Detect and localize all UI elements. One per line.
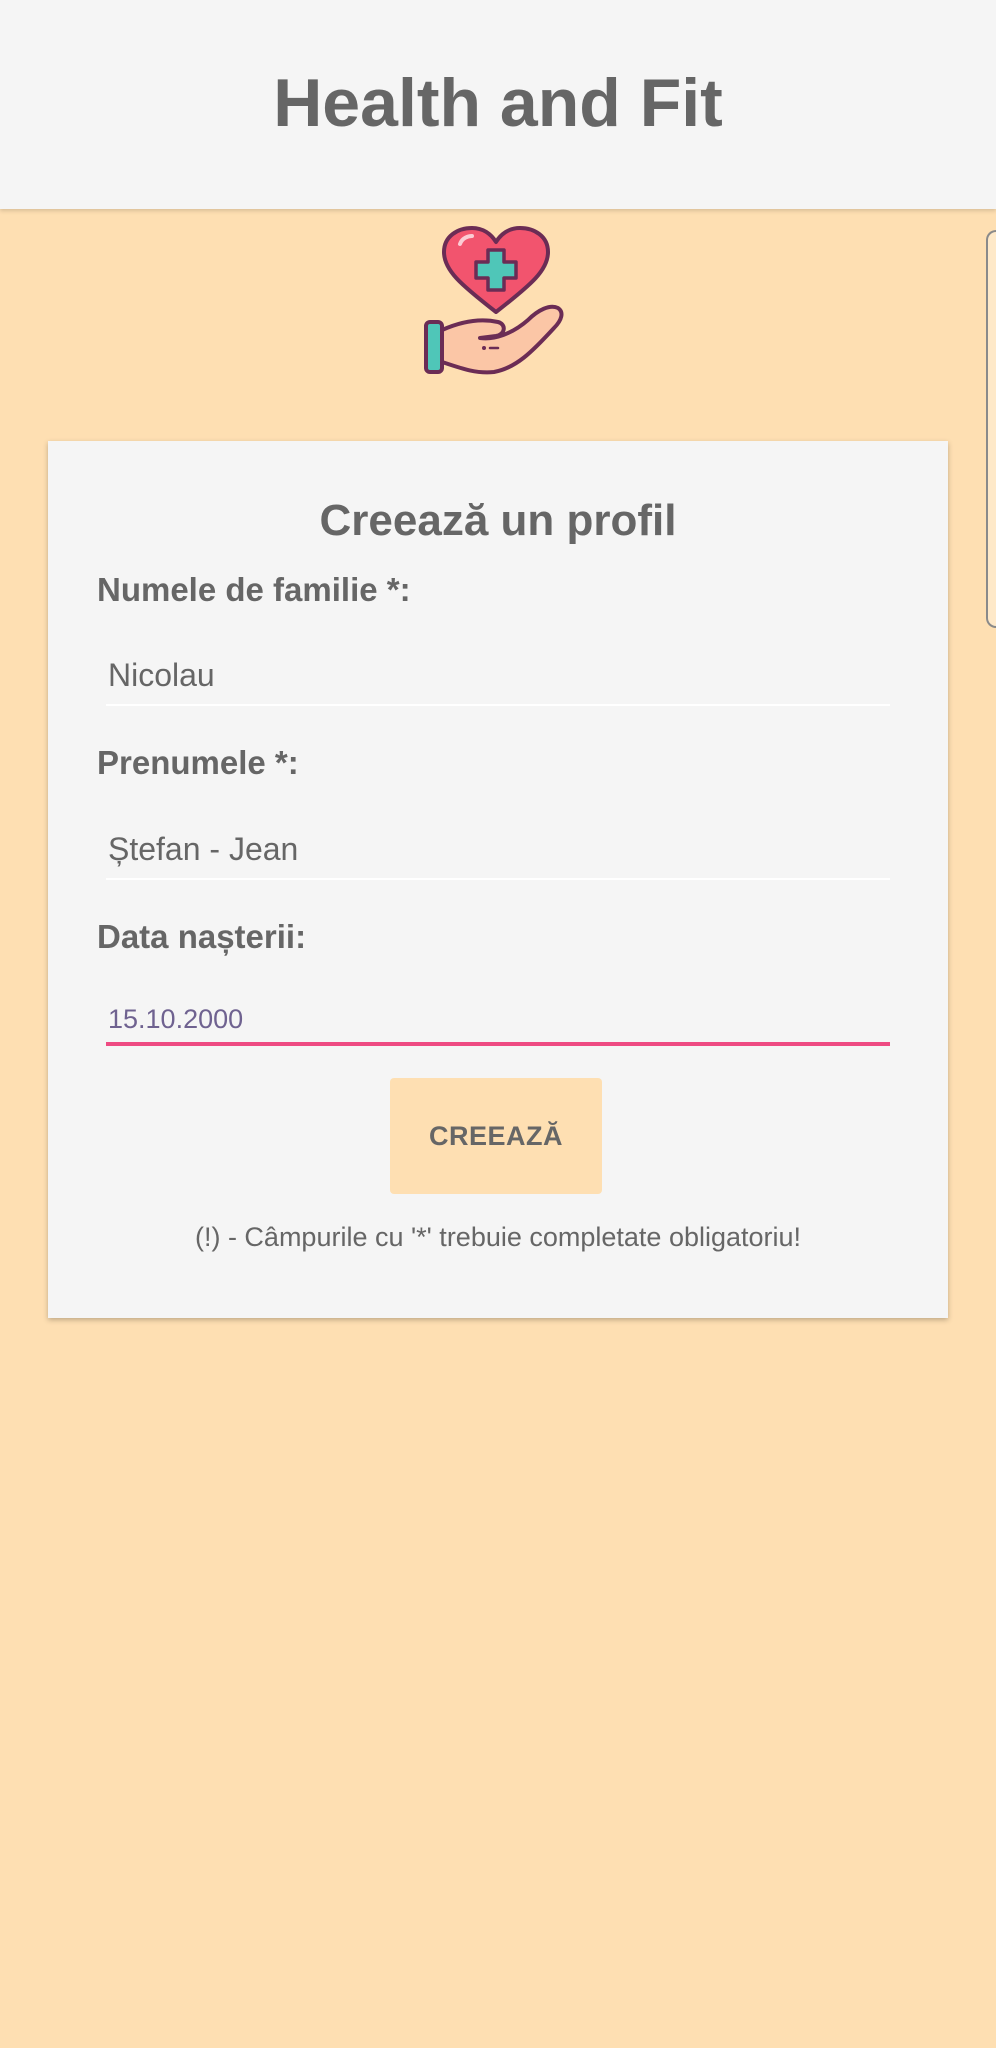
birth-date-input[interactable] [106,998,890,1040]
birth-date-label: Data nașterii: [97,918,307,955]
side-drawer-handle[interactable] [986,230,996,628]
last-name-underline [106,704,890,706]
last-name-label: Numele de familie *: [97,571,411,608]
heart-hand-medical-icon [424,226,564,375]
first-name-underline [106,878,890,880]
last-name-input[interactable] [106,650,890,700]
app-title: Health and Fit [273,64,723,141]
profile-form-card: Creează un profil Numele de familie *: P… [48,441,948,1318]
birth-date-underline [106,1042,890,1046]
form-title: Creează un profil [319,496,677,545]
first-name-label: Prenumele *: [97,744,299,781]
first-name-input[interactable] [106,824,890,874]
required-fields-note: (!) - Câmpurile cu '*' trebuie completat… [194,1222,802,1252]
app-bar: Health and Fit [0,0,996,209]
create-profile-button[interactable]: CREEAZĂ [390,1078,602,1194]
